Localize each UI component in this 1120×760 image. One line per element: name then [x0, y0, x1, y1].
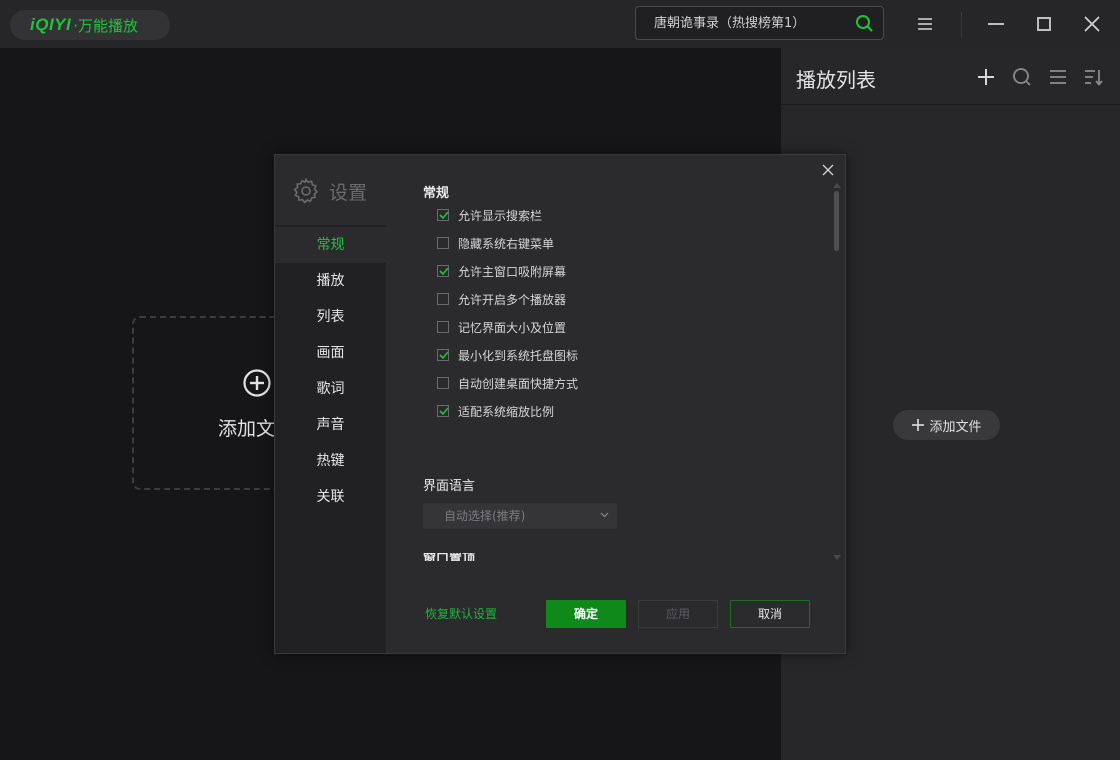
search-input[interactable] [636, 7, 841, 39]
language-selected-value: 自动选择(推荐) [444, 509, 526, 523]
maximize-icon[interactable] [1032, 12, 1056, 36]
restore-defaults-link[interactable]: 恢复默认设置 [425, 605, 497, 622]
playlist-title: 播放列表 [796, 68, 876, 92]
option-desktop-shortcut[interactable]: 自动创建桌面快捷方式 [437, 373, 578, 393]
nav-list[interactable]: 列表 [275, 299, 386, 335]
settings-header: 设置 [275, 155, 386, 225]
minimize-icon[interactable] [984, 12, 1008, 36]
checkbox[interactable] [437, 349, 449, 361]
nav-audio[interactable]: 声音 [275, 407, 386, 443]
checkbox[interactable] [437, 405, 449, 417]
playlist-header: 播放列表 [781, 48, 1120, 105]
apply-button[interactable]: 应用 [638, 600, 718, 628]
chevron-down-icon [600, 512, 609, 518]
brand-logo-text: iQIYI [30, 15, 72, 34]
section-title-always-on-top: 窗口置顶 [423, 553, 476, 561]
nav-picture[interactable]: 画面 [275, 335, 386, 371]
checkbox[interactable] [437, 209, 449, 221]
option-label: 适配系统缩放比例 [458, 404, 555, 419]
scroll-down-icon[interactable] [833, 555, 841, 560]
option-minimize-to-tray[interactable]: 最小化到系统托盘图标 [437, 345, 578, 365]
search-bar [635, 6, 884, 40]
settings-title: 设置 [329, 182, 368, 204]
close-icon[interactable] [1080, 12, 1104, 36]
option-label: 自动创建桌面快捷方式 [458, 376, 579, 391]
scroll-up-icon[interactable] [833, 183, 841, 188]
cancel-button[interactable]: 取消 [730, 600, 810, 628]
option-label: 记忆界面大小及位置 [458, 320, 567, 335]
option-window-snap[interactable]: 允许主窗口吸附屏幕 [437, 261, 566, 281]
nav-playback[interactable]: 播放 [275, 263, 386, 299]
plus-icon[interactable] [975, 66, 997, 88]
settings-content: 常规 允许显示搜索栏 隐藏系统右键菜单 允许主窗口吸附屏幕 允许开启多个播放器 … [386, 155, 845, 565]
nav-general[interactable]: 常规 [275, 227, 386, 263]
nav-hotkeys[interactable]: 热键 [275, 443, 386, 479]
checkbox[interactable] [437, 377, 449, 389]
option-multiple-players[interactable]: 允许开启多个播放器 [437, 289, 566, 309]
option-label: 隐藏系统右键菜单 [458, 236, 555, 251]
section-title-language: 界面语言 [423, 479, 476, 494]
plus-icon [912, 419, 925, 431]
option-hide-context-menu[interactable]: 隐藏系统右键菜单 [437, 233, 554, 253]
search-icon[interactable] [855, 14, 873, 32]
checkbox[interactable] [437, 265, 449, 277]
option-label: 允许主窗口吸附屏幕 [458, 264, 567, 279]
section-title-general: 常规 [423, 186, 450, 201]
option-dpi-scaling[interactable]: 适配系统缩放比例 [437, 401, 554, 421]
list-icon[interactable] [1047, 66, 1069, 88]
title-bar: iQIYI ·万能播放 [0, 0, 1120, 48]
settings-sidebar: 设置 常规 播放 列表 画面 歌词 声音 热键 关联 [275, 155, 386, 653]
sort-icon[interactable] [1082, 66, 1104, 88]
search-icon[interactable] [1011, 66, 1033, 88]
title-bar-divider [961, 12, 962, 38]
option-label: 最小化到系统托盘图标 [458, 348, 579, 363]
app-logo: iQIYI ·万能播放 [10, 10, 170, 40]
option-remember-size[interactable]: 记忆界面大小及位置 [437, 317, 566, 337]
add-file-button-label: 添加文件 [929, 419, 982, 435]
add-circle-icon [243, 369, 271, 397]
option-label: 允许显示搜索栏 [458, 208, 543, 223]
option-show-search-bar[interactable]: 允许显示搜索栏 [437, 205, 542, 225]
menu-icon[interactable] [913, 12, 937, 36]
nav-associations[interactable]: 关联 [275, 479, 386, 515]
ok-button[interactable]: 确定 [546, 600, 626, 628]
language-select[interactable]: 自动选择(推荐) [423, 503, 617, 529]
checkbox[interactable] [437, 321, 449, 333]
settings-scrollbar[interactable] [832, 183, 841, 563]
add-file-button[interactable]: 添加文件 [893, 410, 1000, 440]
checkbox[interactable] [437, 237, 449, 249]
nav-lyrics[interactable]: 歌词 [275, 371, 386, 407]
scroll-thumb[interactable] [834, 191, 839, 251]
option-label: 允许开启多个播放器 [458, 292, 567, 307]
gear-icon [293, 177, 319, 204]
checkbox[interactable] [437, 293, 449, 305]
add-file-label: 添加文 [218, 418, 276, 440]
settings-dialog: 设置 常规 播放 列表 画面 歌词 声音 热键 关联 常规 允许显示搜索栏 隐藏… [274, 154, 846, 654]
brand-subtitle: ·万能播放 [73, 16, 139, 35]
